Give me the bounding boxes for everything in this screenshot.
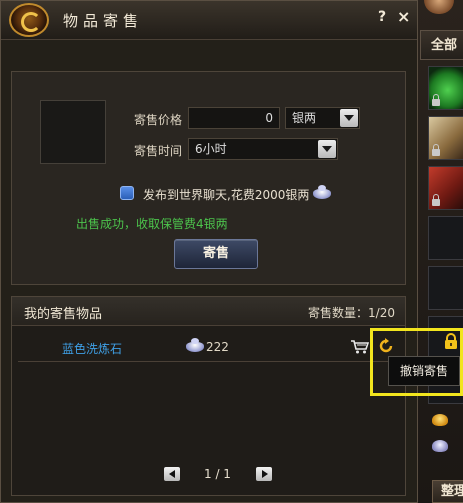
price-input[interactable]: 0 — [188, 107, 280, 129]
help-button[interactable]: ? — [378, 9, 386, 25]
chevron-down-icon[interactable] — [318, 140, 336, 158]
sort-button[interactable]: 整理 — [432, 480, 463, 503]
sell-button[interactable]: 寄售 — [174, 239, 258, 269]
next-page-button[interactable] — [256, 467, 272, 481]
inventory-slot-empty[interactable] — [428, 266, 463, 310]
inventory-slot-empty[interactable] — [428, 216, 463, 260]
inventory-slot-book[interactable] — [428, 166, 463, 210]
sale-form-panel: 寄售价格 0 银两 寄售时间 6小时 发布到世界聊天,花费2000银两 出售成功… — [11, 71, 406, 285]
item-count: 寄售数量：1/20 — [308, 306, 395, 320]
my-items-panel: 我的寄售物品 寄售数量：1/20 蓝色洗炼石 222 1 / 1 — [11, 296, 406, 496]
silver-ingot-icon — [432, 440, 448, 452]
lock-icon — [432, 194, 440, 206]
title-bar[interactable]: 物品寄售 ? × — [1, 1, 417, 40]
window-title: 物品寄售 — [63, 12, 144, 30]
cart-icon[interactable] — [351, 340, 369, 354]
item-price: 222 — [206, 340, 229, 354]
chevron-down-icon[interactable] — [340, 109, 358, 127]
gold-ingot-icon — [432, 414, 448, 426]
my-items-header: 我的寄售物品 寄售数量：1/20 — [12, 297, 405, 326]
game-screen: 全部 整理 物品寄售 ? × 寄售价格 0 银两 寄售时间 6小时 — [0, 0, 463, 503]
my-items-title: 我的寄售物品 — [24, 307, 103, 322]
success-message: 出售成功，收取保管费4银两 — [76, 217, 228, 231]
item-name[interactable]: 蓝色洗炼石 — [62, 340, 122, 357]
price-label: 寄售价格 — [134, 113, 183, 127]
duration-selected: 6小时 — [195, 142, 227, 156]
table-row[interactable]: 蓝色洗炼石 222 — [18, 331, 399, 362]
silver-ingot-icon — [186, 338, 204, 352]
inventory-tab-all[interactable]: 全部 — [420, 30, 463, 60]
lock-icon — [432, 144, 440, 156]
duration-select[interactable]: 6小时 — [188, 138, 338, 160]
item-drop-slot[interactable] — [40, 100, 106, 164]
consignment-window: 物品寄售 ? × 寄售价格 0 银两 寄售时间 6小时 发布到世界聊天,花费20… — [0, 0, 418, 503]
broadcast-checkbox[interactable] — [120, 186, 134, 200]
currency-select[interactable]: 银两 — [285, 107, 360, 129]
inventory-slot-jade[interactable] — [428, 66, 463, 110]
lock-icon — [432, 94, 440, 106]
prev-page-button[interactable] — [164, 467, 180, 481]
pagination: 1 / 1 — [164, 467, 274, 483]
currency-selected: 银两 — [292, 111, 317, 125]
duration-label: 寄售时间 — [134, 144, 183, 158]
close-button[interactable]: × — [397, 7, 410, 26]
tooltip: 撤销寄售 — [388, 356, 460, 386]
page-indicator: 1 / 1 — [204, 467, 231, 481]
window-emblem-icon — [9, 3, 49, 37]
lock-icon — [445, 333, 457, 349]
silver-ingot-icon — [313, 185, 331, 199]
inventory-slot-scroll[interactable] — [428, 116, 463, 160]
broadcast-label: 发布到世界聊天,花费2000银两 — [143, 188, 310, 202]
